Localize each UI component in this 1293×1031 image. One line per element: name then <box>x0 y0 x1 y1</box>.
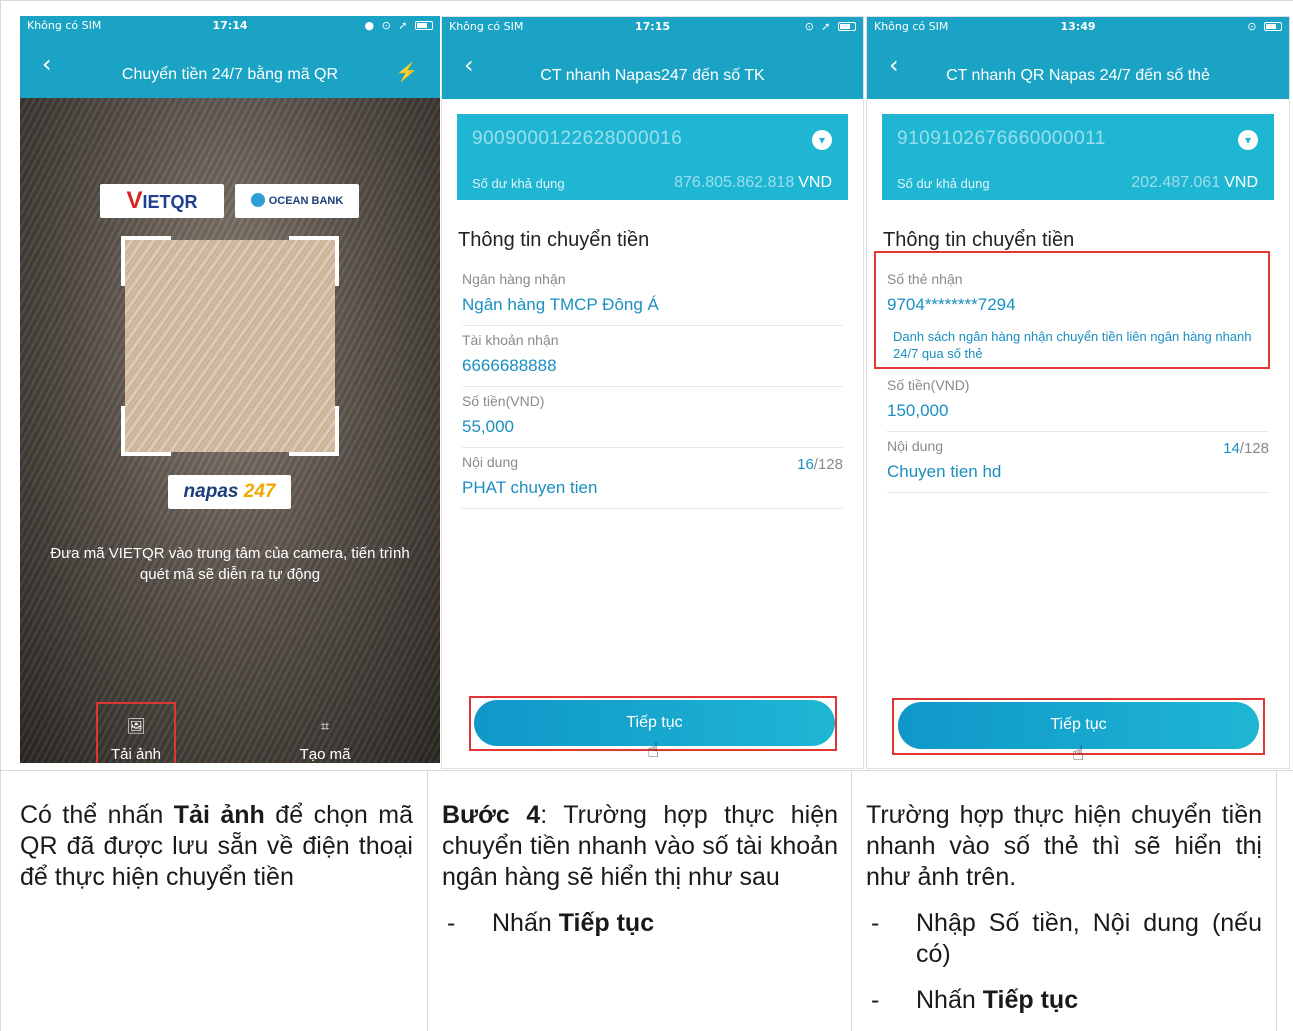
qr-code-icon: ⌗ <box>320 718 330 735</box>
scan-corner-top-right <box>289 236 339 286</box>
section-title: Thông tin chuyển tiền <box>458 229 650 251</box>
caption-col-3: Trường hợp thực hiện chuyển tiền nhanh v… <box>866 801 1262 1014</box>
account-number: 9109102676660000011 <box>897 128 1106 149</box>
upload-image-button[interactable]: 🖼 Tải ảnh <box>96 702 176 763</box>
card-number-field[interactable]: Số thẻ nhận 9704********7294 <box>887 265 1269 326</box>
balance-value: 876.805.862.818 VND <box>674 174 832 191</box>
table-col-divider-2 <box>851 770 852 1031</box>
field-value: Chuyen tien hd <box>887 462 1002 481</box>
bank-list-link[interactable]: Danh sách ngân hàng nhận chuyển tiền liê… <box>893 328 1267 362</box>
list-item: - Nhập Số tiền, Nội dung (nếu có) <box>871 909 1262 968</box>
chevron-down-icon[interactable]: ▾ <box>812 130 832 150</box>
char-counter: 16/128 <box>797 456 843 473</box>
list-item: - Nhấn Tiếp tục <box>447 909 655 937</box>
field-label: Ngân hàng nhận <box>462 271 566 287</box>
scan-instruction: Đưa mã VIETQR vào trung tâm của camera, … <box>50 545 410 583</box>
status-indicators: ⊙ ➚ <box>805 20 856 33</box>
field-label: Nội dung <box>462 454 519 470</box>
field-label: Nội dung <box>887 438 944 454</box>
field-value: 9704********7294 <box>887 295 1016 314</box>
page-title: CT nhanh Napas247 đến số TK <box>540 67 765 84</box>
transfer-card-screen: Không có SIM 13:49 ⊙ ‹ CT nhanh QR Napas… <box>866 16 1290 769</box>
page-title: CT nhanh QR Napas 24/7 đến số thẻ <box>946 67 1210 84</box>
status-time: 17:15 <box>634 20 670 33</box>
field-value: 6666688888 <box>462 356 557 375</box>
field-label: Số tiền(VND) <box>462 393 545 409</box>
field-value: 150,000 <box>887 401 949 420</box>
status-bar: Không có SIM 17:15 ⊙ ➚ <box>442 17 863 37</box>
source-account-card[interactable]: 9009000122628000016 ▾ Số dư khả dụng 876… <box>457 114 848 200</box>
receiving-bank-field[interactable]: Ngân hàng nhận Ngân hàng TMCP Đông Á <box>462 265 843 326</box>
table-col-divider-1 <box>427 770 428 1031</box>
content-field[interactable]: Nội dung Chuyen tien hd 14/128 <box>887 432 1269 493</box>
upload-image-label: Tải ảnh <box>110 746 162 763</box>
status-bar: Không có SIM 13:49 ⊙ <box>867 17 1289 37</box>
battery-icon <box>1264 22 1282 31</box>
oceanbank-logo: OCEAN BANK <box>235 184 359 218</box>
table-border-top <box>0 0 1293 1</box>
hand-cursor-icon: ☝ <box>1072 741 1085 765</box>
field-value: 55,000 <box>462 417 514 436</box>
field-value: PHAT chuyen tien <box>462 478 598 497</box>
status-indicators: ● ⊙ ➚ <box>364 19 433 32</box>
nav-bar: ‹ CT nhanh Napas247 đến số TK <box>442 37 863 99</box>
field-label: Tài khoản nhận <box>462 332 559 348</box>
section-title: Thông tin chuyển tiền <box>883 229 1075 251</box>
balance-label: Số dư khả dụng <box>472 176 565 191</box>
create-qr-label: Tạo mã <box>299 746 351 763</box>
flash-icon[interactable]: ⚡ <box>396 62 418 83</box>
transfer-account-screen: Không có SIM 17:15 ⊙ ➚ ‹ CT nhanh Napas2… <box>441 16 864 769</box>
balance-label: Số dư khả dụng <box>897 176 990 191</box>
caption-col-1: Có thể nhấn Tải ảnh để chọn mã QR đã đượ… <box>20 801 413 891</box>
image-icon: 🖼 <box>126 718 146 735</box>
caption-col-2: Bước 4: Trường hợp thực hiện chuyển tiền… <box>442 801 839 937</box>
amount-field[interactable]: Số tiền(VND) 150,000 <box>887 371 1269 432</box>
content-field[interactable]: Nội dung PHAT chuyen tien 16/128 <box>462 448 843 509</box>
amount-field[interactable]: Số tiền(VND) 55,000 <box>462 387 843 448</box>
vietqr-logo: VIETQR <box>100 184 224 218</box>
camera-preview: VIETQR OCEAN BANK napas 247 Đưa mã VIETQ… <box>20 98 440 763</box>
battery-icon <box>415 21 433 30</box>
nav-bar: ‹ CT nhanh QR Napas 24/7 đến số thẻ <box>867 37 1289 99</box>
hand-cursor-icon: ☝ <box>647 738 660 762</box>
table-col-divider-3 <box>1276 770 1277 1031</box>
napas247-logo: napas 247 <box>168 475 291 509</box>
status-time: 13:49 <box>1060 20 1096 33</box>
chevron-down-icon[interactable]: ▾ <box>1238 130 1258 150</box>
scan-corner-bottom-left <box>121 406 171 456</box>
nav-bar: ‹ Chuyển tiền 24/7 bằng mã QR ⚡ <box>20 36 440 98</box>
scan-corner-top-left <box>121 236 171 286</box>
table-border-left <box>0 0 1 1031</box>
field-label: Số thẻ nhận <box>887 271 963 287</box>
table-row-divider <box>0 770 1293 771</box>
account-number: 9009000122628000016 <box>472 128 683 149</box>
field-value: Ngân hàng TMCP Đông Á <box>462 295 659 314</box>
page-title: Chuyển tiền 24/7 bằng mã QR <box>121 66 339 83</box>
list-item: - Nhấn Tiếp tục <box>871 986 1079 1014</box>
battery-icon <box>838 22 856 31</box>
source-account-card[interactable]: 9109102676660000011 ▾ Số dư khả dụng 202… <box>882 114 1274 200</box>
receiving-account-field[interactable]: Tài khoản nhận 6666688888 <box>462 326 843 387</box>
status-indicators: ⊙ <box>1247 20 1282 33</box>
field-label: Số tiền(VND) <box>887 377 970 393</box>
status-bar: Không có SIM 17:14 ● ⊙ ➚ <box>20 16 440 36</box>
scan-corner-bottom-right <box>289 406 339 456</box>
qr-scan-screen: Không có SIM 17:14 ● ⊙ ➚ ‹ Chuyển tiền 2… <box>20 16 440 763</box>
balance-value: 202.487.061 VND <box>1131 174 1258 191</box>
char-counter: 14/128 <box>1223 440 1269 457</box>
create-qr-button[interactable]: ⌗ Tạo mã <box>285 702 365 763</box>
